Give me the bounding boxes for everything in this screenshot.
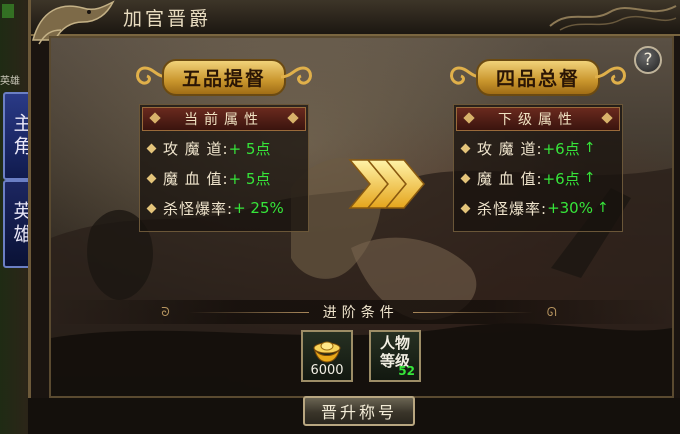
promote-button[interactable]: 晋升称号 (303, 396, 415, 426)
diamond-ornament-icon (601, 112, 613, 124)
promotion-scene: ? 五品提督 四品总督 当前属性 攻 魔 道: + 5点 魔 血 值: + 5点… (49, 36, 674, 398)
divider-line (412, 311, 533, 313)
conditions-header: ᘐ 进阶条件 ᘏ (51, 300, 672, 324)
attr-row-hp: 魔 血 值: +6点 ↑ (454, 163, 622, 193)
promotion-window: 加官晋爵 ? 五品提督 四品总督 当前属性 攻 魔 道: + 5点 魔 血 值:… (28, 0, 680, 434)
diamond-bullet-icon (460, 143, 471, 153)
diamond-bullet-icon (146, 203, 157, 213)
diamond-ornament-icon (149, 112, 161, 124)
gold-requirement-slot[interactable]: 6000 (301, 330, 353, 382)
attr-label: 魔 血 值: (163, 169, 229, 188)
diamond-bullet-icon (146, 173, 157, 183)
diamond-bullet-icon (146, 143, 157, 153)
up-arrow-icon: ↑ (596, 200, 609, 216)
level-requirement-slot[interactable]: 人物 等级 52 (369, 330, 421, 382)
level-label-line1: 人物 (379, 334, 410, 352)
title-bar[interactable]: 加官晋爵 (31, 0, 680, 45)
attr-row-droprate: 杀怪爆率: +30% ↑ (454, 193, 622, 223)
next-attributes-title: 下级属性 (498, 112, 578, 128)
left-strip-label: 英雄 (0, 76, 20, 87)
attr-value: +6点 (542, 139, 580, 158)
attr-label: 攻 魔 道: (163, 139, 229, 158)
current-attributes-panel: 当前属性 攻 魔 道: + 5点 魔 血 值: + 5点 杀怪爆率: + 25% (139, 104, 309, 232)
attr-value: + 25% (233, 199, 284, 217)
next-attributes-panel: 下级属性 攻 魔 道: +6点 ↑ 魔 血 值: +6点 ↑ 杀怪爆率: +30… (453, 104, 623, 232)
attr-value: + 5点 (228, 139, 271, 158)
attr-row-attack: 攻 魔 道: + 5点 (140, 133, 308, 163)
attr-row-droprate: 杀怪爆率: + 25% (140, 193, 308, 223)
attr-label: 杀怪爆率: (163, 199, 234, 218)
attr-row-attack: 攻 魔 道: +6点 ↑ (454, 133, 622, 163)
help-button[interactable]: ? (634, 46, 662, 74)
diamond-bullet-icon (460, 173, 471, 183)
advance-arrows-icon (348, 159, 425, 209)
next-rank-name: 四品总督 (475, 58, 600, 96)
diamond-bullet-icon (460, 203, 471, 213)
cloud-scroll-right-icon (594, 66, 626, 85)
current-rank-plaque: 五品提督 (136, 58, 312, 96)
attr-value: +30% (547, 199, 593, 217)
map-fragment (2, 4, 14, 18)
attr-label: 杀怪爆率: (477, 199, 548, 218)
diamond-ornament-icon (287, 112, 299, 124)
window-title: 加官晋爵 (123, 8, 212, 30)
gold-required-value: 6000 (310, 363, 344, 378)
swirl-ornament-icon: ᘐ (161, 304, 175, 319)
current-rank-name: 五品提督 (161, 58, 286, 96)
divider-line (188, 311, 309, 313)
gold-ingot-icon (313, 341, 341, 363)
attr-label: 魔 血 值: (477, 169, 543, 188)
swirl-ornament-icon: ᘏ (546, 304, 562, 319)
next-rank-plaque: 四品总督 (450, 58, 626, 96)
attr-value: + 5点 (228, 169, 271, 188)
conditions-title: 进阶条件 (322, 305, 399, 321)
up-arrow-icon: ↑ (583, 170, 596, 186)
cloud-scroll-right-icon (280, 66, 312, 85)
next-attributes-header: 下级属性 (456, 107, 620, 131)
level-required-value: 52 (398, 364, 415, 378)
current-attributes-title: 当前属性 (184, 112, 264, 128)
attr-label: 攻 魔 道: (477, 139, 543, 158)
corner-ornament-icon (549, 5, 677, 31)
current-attributes-header: 当前属性 (142, 107, 306, 131)
diamond-ornament-icon (463, 112, 475, 124)
attr-value: +6点 (542, 169, 580, 188)
attr-row-hp: 魔 血 值: + 5点 (140, 163, 308, 193)
up-arrow-icon: ↑ (583, 140, 596, 156)
